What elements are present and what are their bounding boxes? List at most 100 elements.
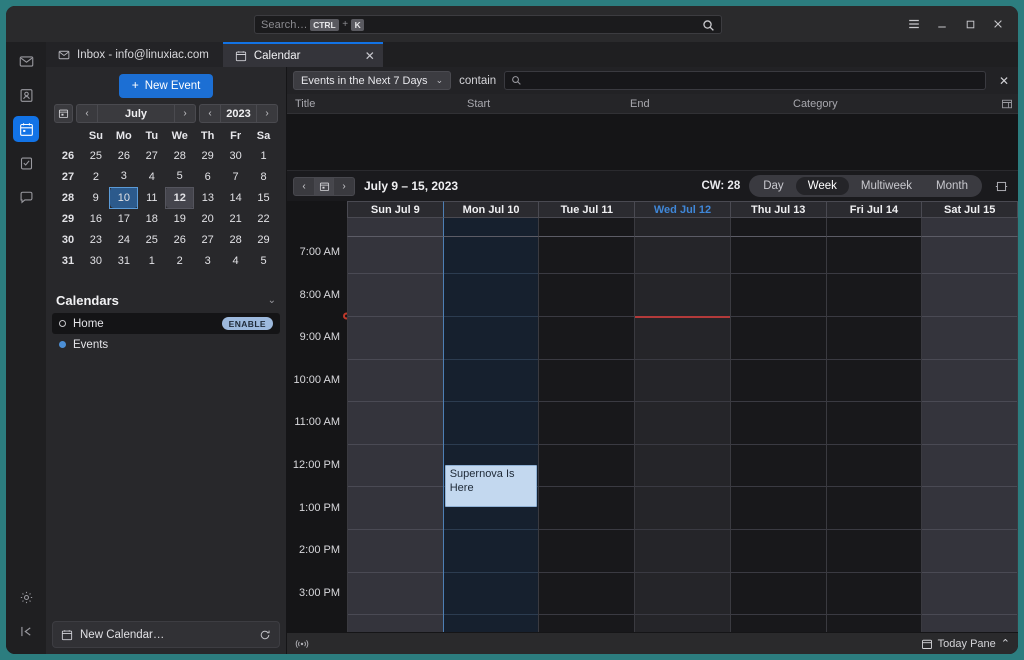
column-header-end[interactable]: End: [630, 98, 793, 110]
calendar-color-dot-icon[interactable]: [59, 341, 66, 348]
settings-gear-icon[interactable]: [13, 584, 39, 610]
day-column-6[interactable]: [921, 237, 1018, 632]
all-day-cell-5[interactable]: [825, 218, 922, 237]
week-number[interactable]: 27: [54, 166, 82, 187]
mini-calendar-day[interactable]: 2: [82, 166, 110, 187]
mini-calendar-day[interactable]: 14: [222, 187, 250, 208]
week-number[interactable]: 31: [54, 250, 82, 271]
week-number[interactable]: 29: [54, 208, 82, 229]
all-day-cell-2[interactable]: [538, 218, 635, 237]
prev-year-button[interactable]: ‹: [200, 105, 220, 122]
filter-preset-dropdown[interactable]: Events in the Next 7 Days ⌄: [293, 71, 452, 90]
day-header-3[interactable]: Wed Jul 12: [634, 201, 730, 218]
column-picker-icon[interactable]: [996, 98, 1018, 110]
previous-week-button[interactable]: ‹: [294, 178, 314, 195]
new-event-button[interactable]: + New Event: [118, 73, 214, 98]
close-icon[interactable]: [986, 12, 1010, 36]
day-column-1[interactable]: Supernova Is Here: [442, 237, 539, 632]
menu-icon[interactable]: [902, 12, 926, 36]
mini-calendar-day[interactable]: 5: [250, 250, 278, 271]
fit-columns-icon[interactable]: [991, 180, 1012, 193]
enable-badge[interactable]: ENABLE: [221, 316, 273, 331]
calendar-icon[interactable]: [13, 116, 39, 142]
filter-search-input[interactable]: [504, 71, 986, 90]
mini-calendar-day[interactable]: 24: [110, 229, 138, 250]
view-mode-multiweek[interactable]: Multiweek: [849, 177, 924, 195]
column-header-title[interactable]: Title: [287, 98, 467, 110]
chevron-down-icon[interactable]: ⌄: [268, 295, 276, 306]
mini-calendar-day[interactable]: 22: [250, 208, 278, 229]
contacts-icon[interactable]: [13, 82, 39, 108]
week-number[interactable]: 28: [54, 187, 82, 208]
calendar-list-item[interactable]: Events: [52, 334, 280, 355]
mini-calendar-day[interactable]: 26: [166, 229, 194, 250]
mini-calendar-day[interactable]: 11: [138, 187, 166, 208]
prev-month-button[interactable]: ‹: [77, 105, 97, 122]
day-header-4[interactable]: Thu Jul 13: [729, 201, 826, 218]
mini-calendar-day[interactable]: 16: [82, 208, 110, 229]
mini-calendar-day[interactable]: 13: [194, 187, 222, 208]
mini-calendar-day[interactable]: 31: [110, 250, 138, 271]
tasks-icon[interactable]: [13, 150, 39, 176]
mini-calendar-day[interactable]: 5: [166, 166, 194, 187]
day-column-4[interactable]: [729, 237, 826, 632]
mini-calendar-day[interactable]: 2: [166, 250, 194, 271]
day-header-5[interactable]: Fri Jul 14: [825, 201, 922, 218]
refresh-icon[interactable]: [259, 629, 271, 641]
mini-calendar-day[interactable]: 9: [82, 187, 110, 208]
all-day-cell-0[interactable]: [347, 218, 443, 237]
column-header-category[interactable]: Category: [793, 98, 996, 110]
next-week-button[interactable]: ›: [334, 178, 354, 195]
mini-calendar-day[interactable]: 30: [222, 145, 250, 166]
all-day-cell-3[interactable]: [634, 218, 730, 237]
day-column-2[interactable]: [538, 237, 635, 632]
mini-calendar-day[interactable]: 15: [250, 187, 278, 208]
mini-calendar-day[interactable]: 25: [138, 229, 166, 250]
maximize-icon[interactable]: [958, 12, 982, 36]
mail-icon[interactable]: [13, 48, 39, 74]
column-header-start[interactable]: Start: [467, 98, 630, 110]
all-day-cell-4[interactable]: [729, 218, 826, 237]
mini-calendar-day[interactable]: 4: [222, 250, 250, 271]
view-mode-week[interactable]: Week: [795, 177, 849, 195]
mini-calendar-day[interactable]: 27: [138, 145, 166, 166]
mini-calendar-day[interactable]: 29: [250, 229, 278, 250]
next-month-button[interactable]: ›: [175, 105, 195, 122]
mini-calendar-day[interactable]: 23: [82, 229, 110, 250]
mini-calendar-day[interactable]: 17: [110, 208, 138, 229]
time-grid[interactable]: 7:00 AM 8:00 AM 9:00 AM 10:00 AM 11:00 AM 12:…: [287, 237, 1018, 632]
minimize-icon[interactable]: [930, 12, 954, 36]
week-number[interactable]: 26: [54, 145, 82, 166]
view-mode-day[interactable]: Day: [751, 177, 795, 195]
day-header-2[interactable]: Tue Jul 11: [538, 201, 635, 218]
close-filter-icon[interactable]: ✕: [994, 74, 1014, 88]
mini-calendar-day[interactable]: 26: [110, 145, 138, 166]
mini-calendar-day[interactable]: 25: [82, 145, 110, 166]
day-column-0[interactable]: [347, 237, 443, 632]
day-column-5[interactable]: [825, 237, 922, 632]
mini-calendar-day[interactable]: 29: [194, 145, 222, 166]
new-calendar-button[interactable]: New Calendar…: [52, 621, 280, 648]
mini-calendar-day[interactable]: 19: [166, 208, 194, 229]
search-input[interactable]: Search… CTRL + K: [254, 15, 722, 34]
mini-calendar-day-selected[interactable]: 10: [109, 186, 139, 209]
today-button[interactable]: [314, 177, 334, 195]
mini-calendar-day[interactable]: 3: [194, 250, 222, 271]
sync-broadcast-icon[interactable]: [295, 638, 309, 650]
day-header-6[interactable]: Sat Jul 15: [921, 201, 1018, 218]
mini-calendar-day[interactable]: 30: [82, 250, 110, 271]
next-year-button[interactable]: ›: [257, 105, 277, 122]
calendar-event[interactable]: Supernova Is Here: [444, 465, 538, 507]
calendar-color-dot-icon[interactable]: [59, 320, 66, 327]
week-number[interactable]: 30: [54, 229, 82, 250]
event-list-body[interactable]: [287, 114, 1018, 170]
mini-calendar-day[interactable]: 1: [138, 250, 166, 271]
mini-calendar-day-today[interactable]: 12: [165, 186, 195, 209]
all-day-cell-1[interactable]: [442, 218, 539, 237]
mini-calendar-today-button[interactable]: [54, 104, 73, 123]
mini-calendar-day[interactable]: 28: [166, 145, 194, 166]
mini-calendar-day[interactable]: 1: [250, 145, 278, 166]
mini-calendar-day[interactable]: 7: [222, 166, 250, 187]
chat-icon[interactable]: [13, 184, 39, 210]
global-search[interactable]: Search… CTRL + K: [254, 15, 722, 34]
